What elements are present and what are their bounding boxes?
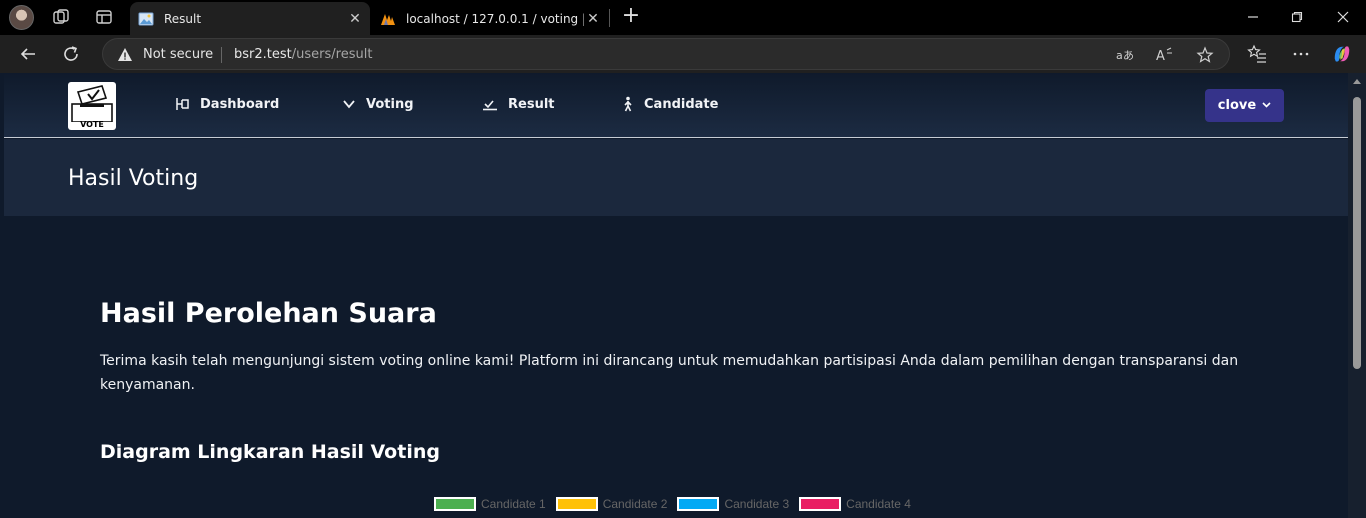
tab-divider bbox=[609, 9, 610, 27]
legend-item[interactable]: Candidate 2 bbox=[555, 497, 668, 511]
chart-heading: Diagram Lingkaran Hasil Voting bbox=[100, 441, 440, 463]
tab-phpmyadmin[interactable]: localhost / 127.0.0.1 / voting | phpMyAd… bbox=[372, 2, 608, 35]
phpmyadmin-icon bbox=[380, 11, 396, 27]
chevron-down-icon bbox=[343, 100, 355, 109]
legend-item[interactable]: Candidate 3 bbox=[677, 497, 789, 511]
site-navbar: VOTE Dashboard Voting Result Candidate c… bbox=[4, 73, 1348, 138]
legend-label: Candidate 2 bbox=[602, 497, 668, 511]
close-icon[interactable]: ✕ bbox=[346, 10, 364, 28]
url-host: bsr2.test bbox=[234, 47, 292, 62]
nav-dashboard[interactable]: Dashboard bbox=[174, 94, 279, 114]
close-window-icon[interactable] bbox=[1332, 6, 1354, 28]
url-divider bbox=[221, 47, 222, 63]
nav-voting[interactable]: Voting bbox=[342, 94, 414, 114]
main-content: Hasil Perolehan Suara Terima kasih telah… bbox=[4, 216, 1348, 518]
security-label[interactable]: Not secure bbox=[143, 47, 213, 62]
legend-item[interactable]: Candidate 4 bbox=[799, 497, 911, 511]
scroll-up-arrow-icon[interactable] bbox=[1353, 79, 1361, 84]
nav-voting-label: Voting bbox=[366, 96, 414, 112]
address-bar[interactable]: Not secure bsr2.test/users/result aあ A bbox=[102, 38, 1230, 70]
vote-logo[interactable]: VOTE bbox=[68, 82, 116, 130]
nav-result[interactable]: Result bbox=[482, 94, 555, 114]
logo-text: VOTE bbox=[80, 120, 104, 129]
browser-tab-strip: Result ✕ localhost / 127.0.0.1 / voting … bbox=[0, 0, 1366, 35]
nav-candidate-label: Candidate bbox=[644, 96, 719, 112]
page-title: Hasil Voting bbox=[68, 166, 199, 191]
minimize-icon[interactable] bbox=[1242, 6, 1264, 28]
user-name: clove bbox=[1217, 98, 1257, 113]
more-options-icon[interactable] bbox=[1291, 44, 1311, 64]
image-icon bbox=[138, 11, 154, 27]
warning-icon[interactable] bbox=[117, 47, 133, 63]
url-path: /users/result bbox=[291, 47, 373, 62]
nav-candidate[interactable]: Candidate bbox=[622, 94, 718, 114]
chevron-down-icon bbox=[1262, 100, 1271, 112]
legend-label: Candidate 1 bbox=[481, 497, 546, 511]
tab-title: localhost / 127.0.0.1 / voting | phpMyAd… bbox=[406, 11, 584, 26]
copilot-icon[interactable] bbox=[1332, 44, 1352, 64]
results-description: Terima kasih telah mengunjungi sistem vo… bbox=[100, 353, 1239, 393]
legend-swatch bbox=[555, 497, 598, 511]
ballot-box-icon bbox=[71, 85, 113, 123]
scroll-thumb[interactable] bbox=[1353, 97, 1361, 369]
url-text[interactable]: bsr2.test/users/result bbox=[234, 47, 372, 62]
restore-icon[interactable] bbox=[1286, 6, 1308, 28]
page-header: Hasil Voting bbox=[4, 139, 1348, 216]
legend-swatch bbox=[677, 497, 720, 511]
legend-swatch bbox=[799, 497, 842, 511]
read-aloud-icon[interactable]: A bbox=[1156, 46, 1174, 64]
legend-label: Candidate 3 bbox=[724, 497, 790, 511]
nav-dashboard-label: Dashboard bbox=[200, 96, 280, 112]
svg-text:a: a bbox=[1116, 49, 1123, 62]
favorite-star-icon[interactable] bbox=[1196, 46, 1214, 64]
legend-item[interactable]: Candidate 1 bbox=[434, 497, 546, 511]
result-icon bbox=[483, 100, 497, 111]
nav-result-label: Result bbox=[508, 96, 555, 112]
page-scrollbar[interactable] bbox=[1348, 73, 1366, 518]
tab-title: Result bbox=[164, 11, 202, 26]
tab-result[interactable]: Result ✕ bbox=[130, 2, 370, 35]
person-icon bbox=[624, 96, 632, 112]
svg-text:A: A bbox=[1156, 49, 1165, 63]
browser-toolbar: Not secure bsr2.test/users/result aあ A bbox=[0, 35, 1366, 73]
profile-avatar[interactable] bbox=[9, 5, 34, 30]
user-menu-button[interactable]: clove bbox=[1205, 89, 1284, 122]
legend-label: Candidate 4 bbox=[846, 497, 911, 511]
new-tab-button[interactable]: + bbox=[620, 5, 642, 28]
refresh-icon[interactable] bbox=[59, 42, 83, 66]
workspaces-icon[interactable] bbox=[52, 8, 70, 26]
back-arrow-icon[interactable] bbox=[16, 42, 40, 66]
results-heading: Hasil Perolehan Suara bbox=[100, 298, 437, 329]
favorites-list-icon[interactable] bbox=[1247, 44, 1267, 64]
svg-text:あ: あ bbox=[1123, 49, 1134, 62]
legend-swatch bbox=[434, 497, 476, 511]
page-viewport: VOTE Dashboard Voting Result Candidate c… bbox=[4, 73, 1348, 518]
dashboard-icon bbox=[176, 98, 189, 110]
close-icon[interactable]: ✕ bbox=[584, 10, 602, 28]
chart-legend: Candidate 1 Candidate 2 Candidate 3 Cand… bbox=[434, 495, 921, 513]
read-aloud-translate-icon[interactable]: aあ bbox=[1116, 46, 1134, 64]
tab-actions-icon[interactable] bbox=[95, 8, 113, 26]
